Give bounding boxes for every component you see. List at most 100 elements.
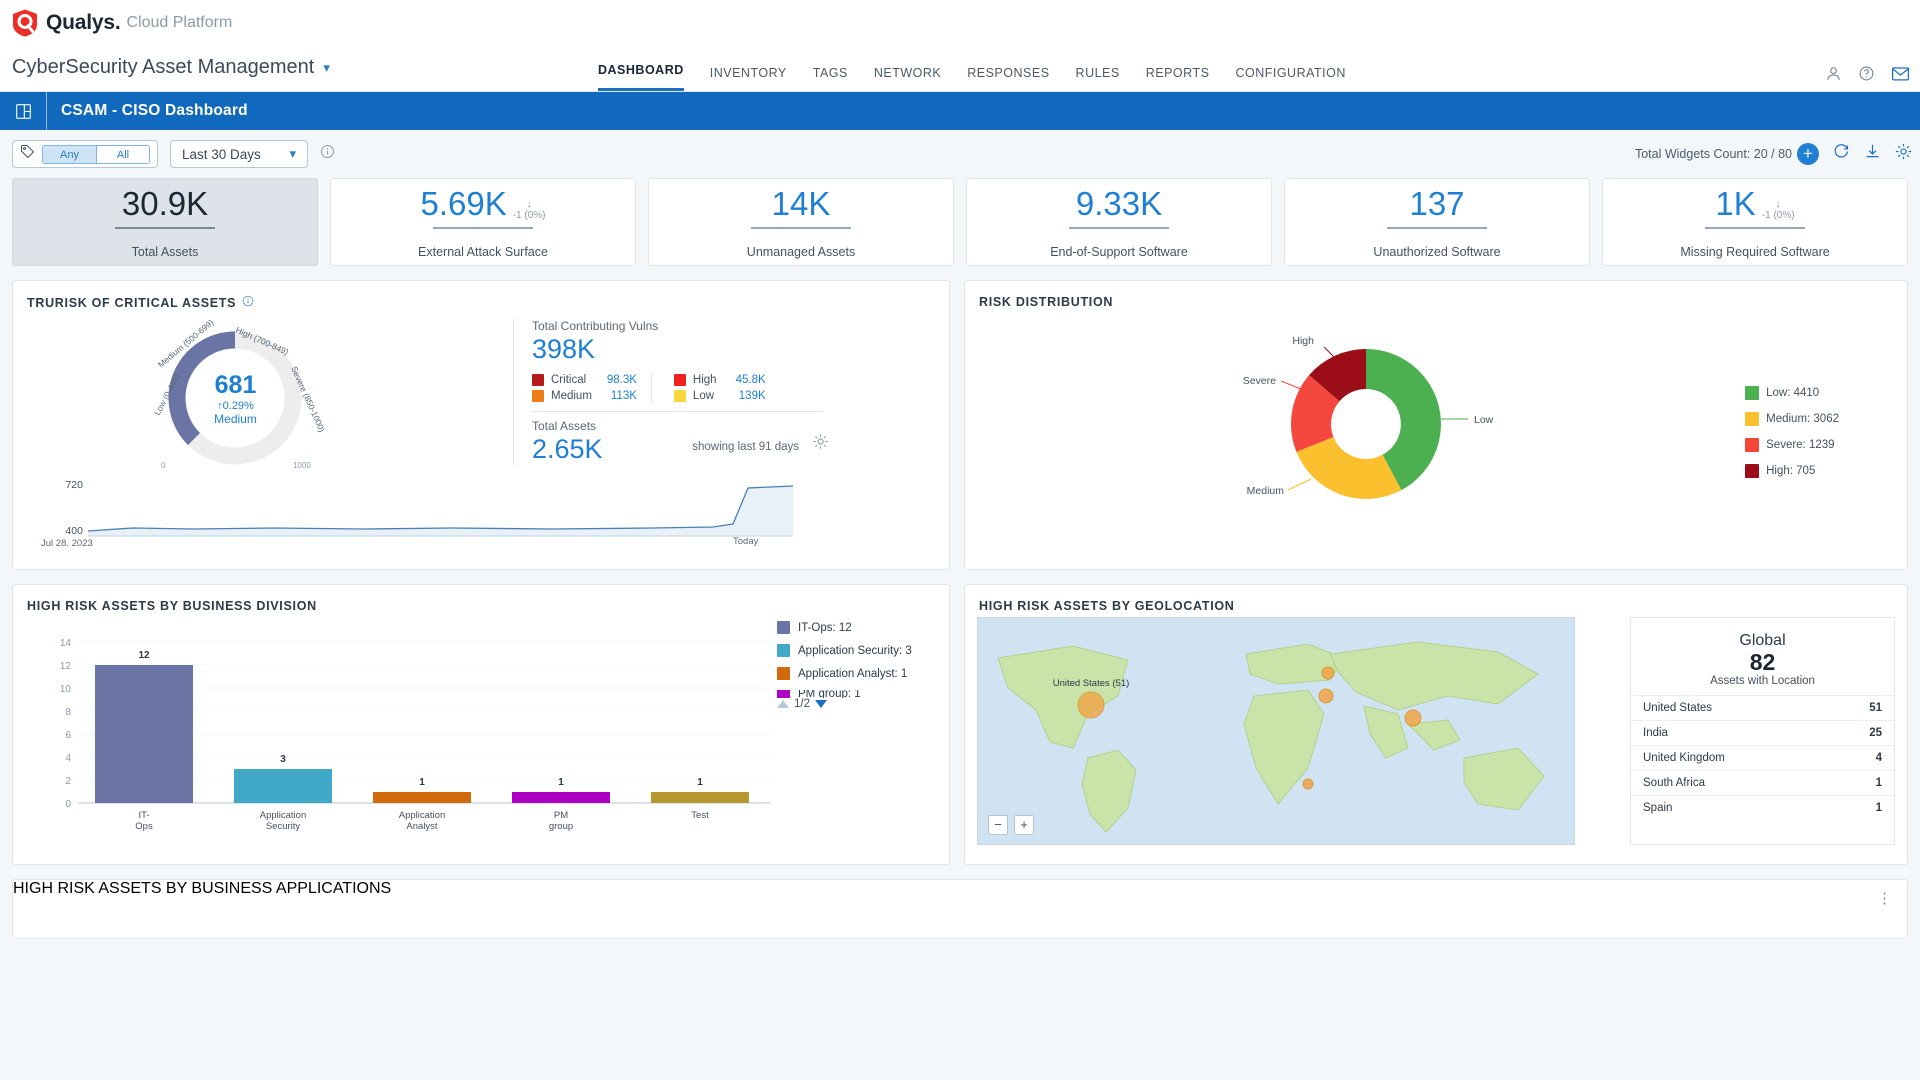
geo-panel-value: 82	[1749, 649, 1776, 675]
svg-text:4: 4	[65, 753, 71, 764]
qualys-shield-icon	[10, 8, 40, 38]
mail-icon[interactable]	[1891, 65, 1910, 82]
dashboard-actions: +	[1797, 143, 1912, 165]
tab-rules[interactable]: RULES	[1076, 66, 1120, 91]
tab-network[interactable]: NETWORK	[874, 66, 941, 91]
svg-text:14: 14	[60, 638, 72, 649]
legend-item-medium[interactable]: Medium: 3062	[1745, 412, 1839, 426]
svg-text:Severe: Severe	[1243, 375, 1276, 387]
pager-up-icon[interactable]	[777, 700, 789, 708]
kpi-external-attack-surface[interactable]: 5.69K ↓ -1 (0%) External Attack Surface	[330, 178, 636, 266]
dashboard-layout-icon[interactable]	[0, 103, 46, 120]
legend-item-high[interactable]: High: 705	[1745, 464, 1839, 478]
nav-menu: DASHBOARD INVENTORY TAGS NETWORK RESPONS…	[598, 63, 1346, 91]
tab-inventory[interactable]: INVENTORY	[710, 66, 787, 91]
main-nav-bar: CyberSecurity Asset Management ▾ DASHBOA…	[0, 46, 1920, 92]
kpi-unauthorized-software[interactable]: 137 Unauthorized Software	[1284, 178, 1590, 266]
trurisk-of-critical-assets-widget: TRURISK OF CRITICAL ASSETS Low (0-499) M…	[12, 280, 950, 570]
legend-item-application-security[interactable]: Application Security: 3	[777, 644, 937, 657]
segment-any[interactable]: Any	[43, 145, 96, 163]
legend-item-low[interactable]: Low 139K	[673, 390, 766, 402]
kebab-menu-icon[interactable]: ⋮	[1877, 891, 1893, 906]
settings-icon[interactable]	[1895, 143, 1912, 165]
legend-label: PM group: 1	[798, 690, 861, 698]
legend-item-application-analyst[interactable]: Application Analyst: 1	[777, 667, 937, 680]
tag-filter[interactable]: Any All	[12, 140, 158, 168]
table-row[interactable]: South Africa 1	[1631, 770, 1894, 795]
date-range-select[interactable]: Last 30 Days ▾	[170, 140, 308, 168]
user-icon[interactable]	[1825, 65, 1842, 82]
business-division-legend: IT-Ops: 12 Application Security: 3 Appli…	[777, 621, 937, 710]
contributing-vulns-label: Total Contributing Vulns	[532, 319, 659, 333]
svg-text:8: 8	[65, 707, 71, 718]
legend-item-severe[interactable]: Severe: 1239	[1745, 438, 1839, 452]
geo-count: 4	[1875, 752, 1882, 765]
app-module-selector[interactable]: CyberSecurity Asset Management ▾	[0, 56, 330, 91]
business-division-bar-chart[interactable]: 024 6810 1214 12 3 1 1 1 IT-Ops Applicat…	[23, 613, 803, 838]
legend-item-medium[interactable]: Medium 113K	[532, 390, 637, 402]
table-row[interactable]: Spain 1	[1631, 795, 1894, 820]
legend-pager[interactable]: 1/2	[777, 698, 937, 710]
pager-down-icon[interactable]	[815, 700, 827, 708]
legend-label: Application Security: 3	[798, 644, 912, 657]
segment-all[interactable]: All	[96, 145, 149, 163]
tab-reports[interactable]: REPORTS	[1146, 66, 1210, 91]
down-arrow-icon: ↓	[1775, 198, 1781, 210]
gear-icon[interactable]	[812, 433, 829, 455]
tab-tags[interactable]: TAGS	[813, 66, 848, 91]
geo-panel-title: Global	[1739, 632, 1786, 649]
contributing-vulns-value: 398K	[532, 334, 596, 364]
kpi-underline	[433, 227, 533, 229]
svg-text:12: 12	[60, 661, 72, 672]
add-widget-icon[interactable]: +	[1797, 143, 1819, 165]
info-icon[interactable]	[320, 144, 335, 164]
info-icon[interactable]	[242, 295, 254, 310]
legend-item-it-ops[interactable]: IT-Ops: 12	[777, 621, 937, 634]
chevron-down-icon[interactable]: ▾	[323, 60, 330, 76]
kpi-total-assets[interactable]: 30.9K Total Assets	[12, 178, 318, 266]
map-zoom-out-button[interactable]: −	[988, 815, 1008, 835]
kpi-delta: ↓ -1 (0%)	[1761, 198, 1795, 221]
table-row[interactable]: India 25	[1631, 720, 1894, 745]
legend-item-high[interactable]: High 45.8K	[673, 374, 766, 386]
kpi-row: 30.9K Total Assets 5.69K ↓ -1 (0%) Extern…	[0, 178, 1920, 266]
svg-text:10: 10	[60, 684, 72, 695]
trurisk-gauge: Low (0-499) Medium (500-699) High (700-8…	[143, 316, 328, 486]
legend-label: IT-Ops: 12	[798, 621, 852, 634]
world-map[interactable]: United States (51) − +	[977, 617, 1575, 845]
kpi-end-of-support-software[interactable]: 9.33K End-of-Support Software	[966, 178, 1272, 266]
kpi-label: End-of-Support Software	[1050, 245, 1188, 259]
legend-item-critical[interactable]: Critical 98.3K	[532, 374, 637, 386]
swatch-high	[1745, 464, 1760, 478]
table-row[interactable]: United Kingdom 4	[1631, 745, 1894, 770]
kpi-missing-required-software[interactable]: 1K ↓ -1 (0%) Missing Required Software	[1602, 178, 1908, 266]
table-row[interactable]: United States 51	[1631, 695, 1894, 720]
high-risk-assets-by-geolocation-widget: HIGH RISK ASSETS BY GEOLOCATION United S…	[964, 584, 1908, 865]
svg-text:IT-: IT-	[138, 810, 149, 821]
help-icon[interactable]	[1858, 65, 1875, 82]
legend-item-pm-group[interactable]: PM group: 1	[777, 690, 937, 698]
chevron-down-icon[interactable]: ▾	[289, 146, 296, 162]
map-zoom-in-button[interactable]: +	[1014, 815, 1034, 835]
legend-item-low[interactable]: Low: 4410	[1745, 386, 1839, 400]
tab-configuration[interactable]: CONFIGURATION	[1235, 66, 1345, 91]
kpi-label: Unauthorized Software	[1373, 245, 1501, 259]
tab-responses[interactable]: RESPONSES	[967, 66, 1049, 91]
legend-value: 139K	[738, 390, 766, 402]
kpi-unmanaged-assets[interactable]: 14K Unmanaged Assets	[648, 178, 954, 266]
legend-label: High: 705	[1766, 465, 1816, 477]
kpi-underline	[751, 227, 851, 229]
legend-value: 113K	[610, 390, 637, 402]
kpi-label: Unmanaged Assets	[746, 245, 856, 259]
svg-text:1: 1	[419, 777, 425, 788]
svg-text:Application: Application	[399, 810, 445, 821]
geo-country: India	[1643, 727, 1668, 740]
widget-row-2: HIGH RISK ASSETS BY BUSINESS DIVISION 0 2…	[0, 570, 1920, 865]
tab-dashboard[interactable]: DASHBOARD	[598, 63, 684, 91]
legend-label: Critical	[551, 374, 587, 386]
risk-distribution-widget: RISK DISTRIBUTION High Severe Medium Low	[964, 280, 1908, 570]
any-all-segmented-control[interactable]: Any All	[42, 144, 150, 164]
download-icon[interactable]	[1864, 143, 1881, 165]
geo-count: 51	[1869, 702, 1882, 715]
refresh-icon[interactable]	[1833, 143, 1850, 165]
